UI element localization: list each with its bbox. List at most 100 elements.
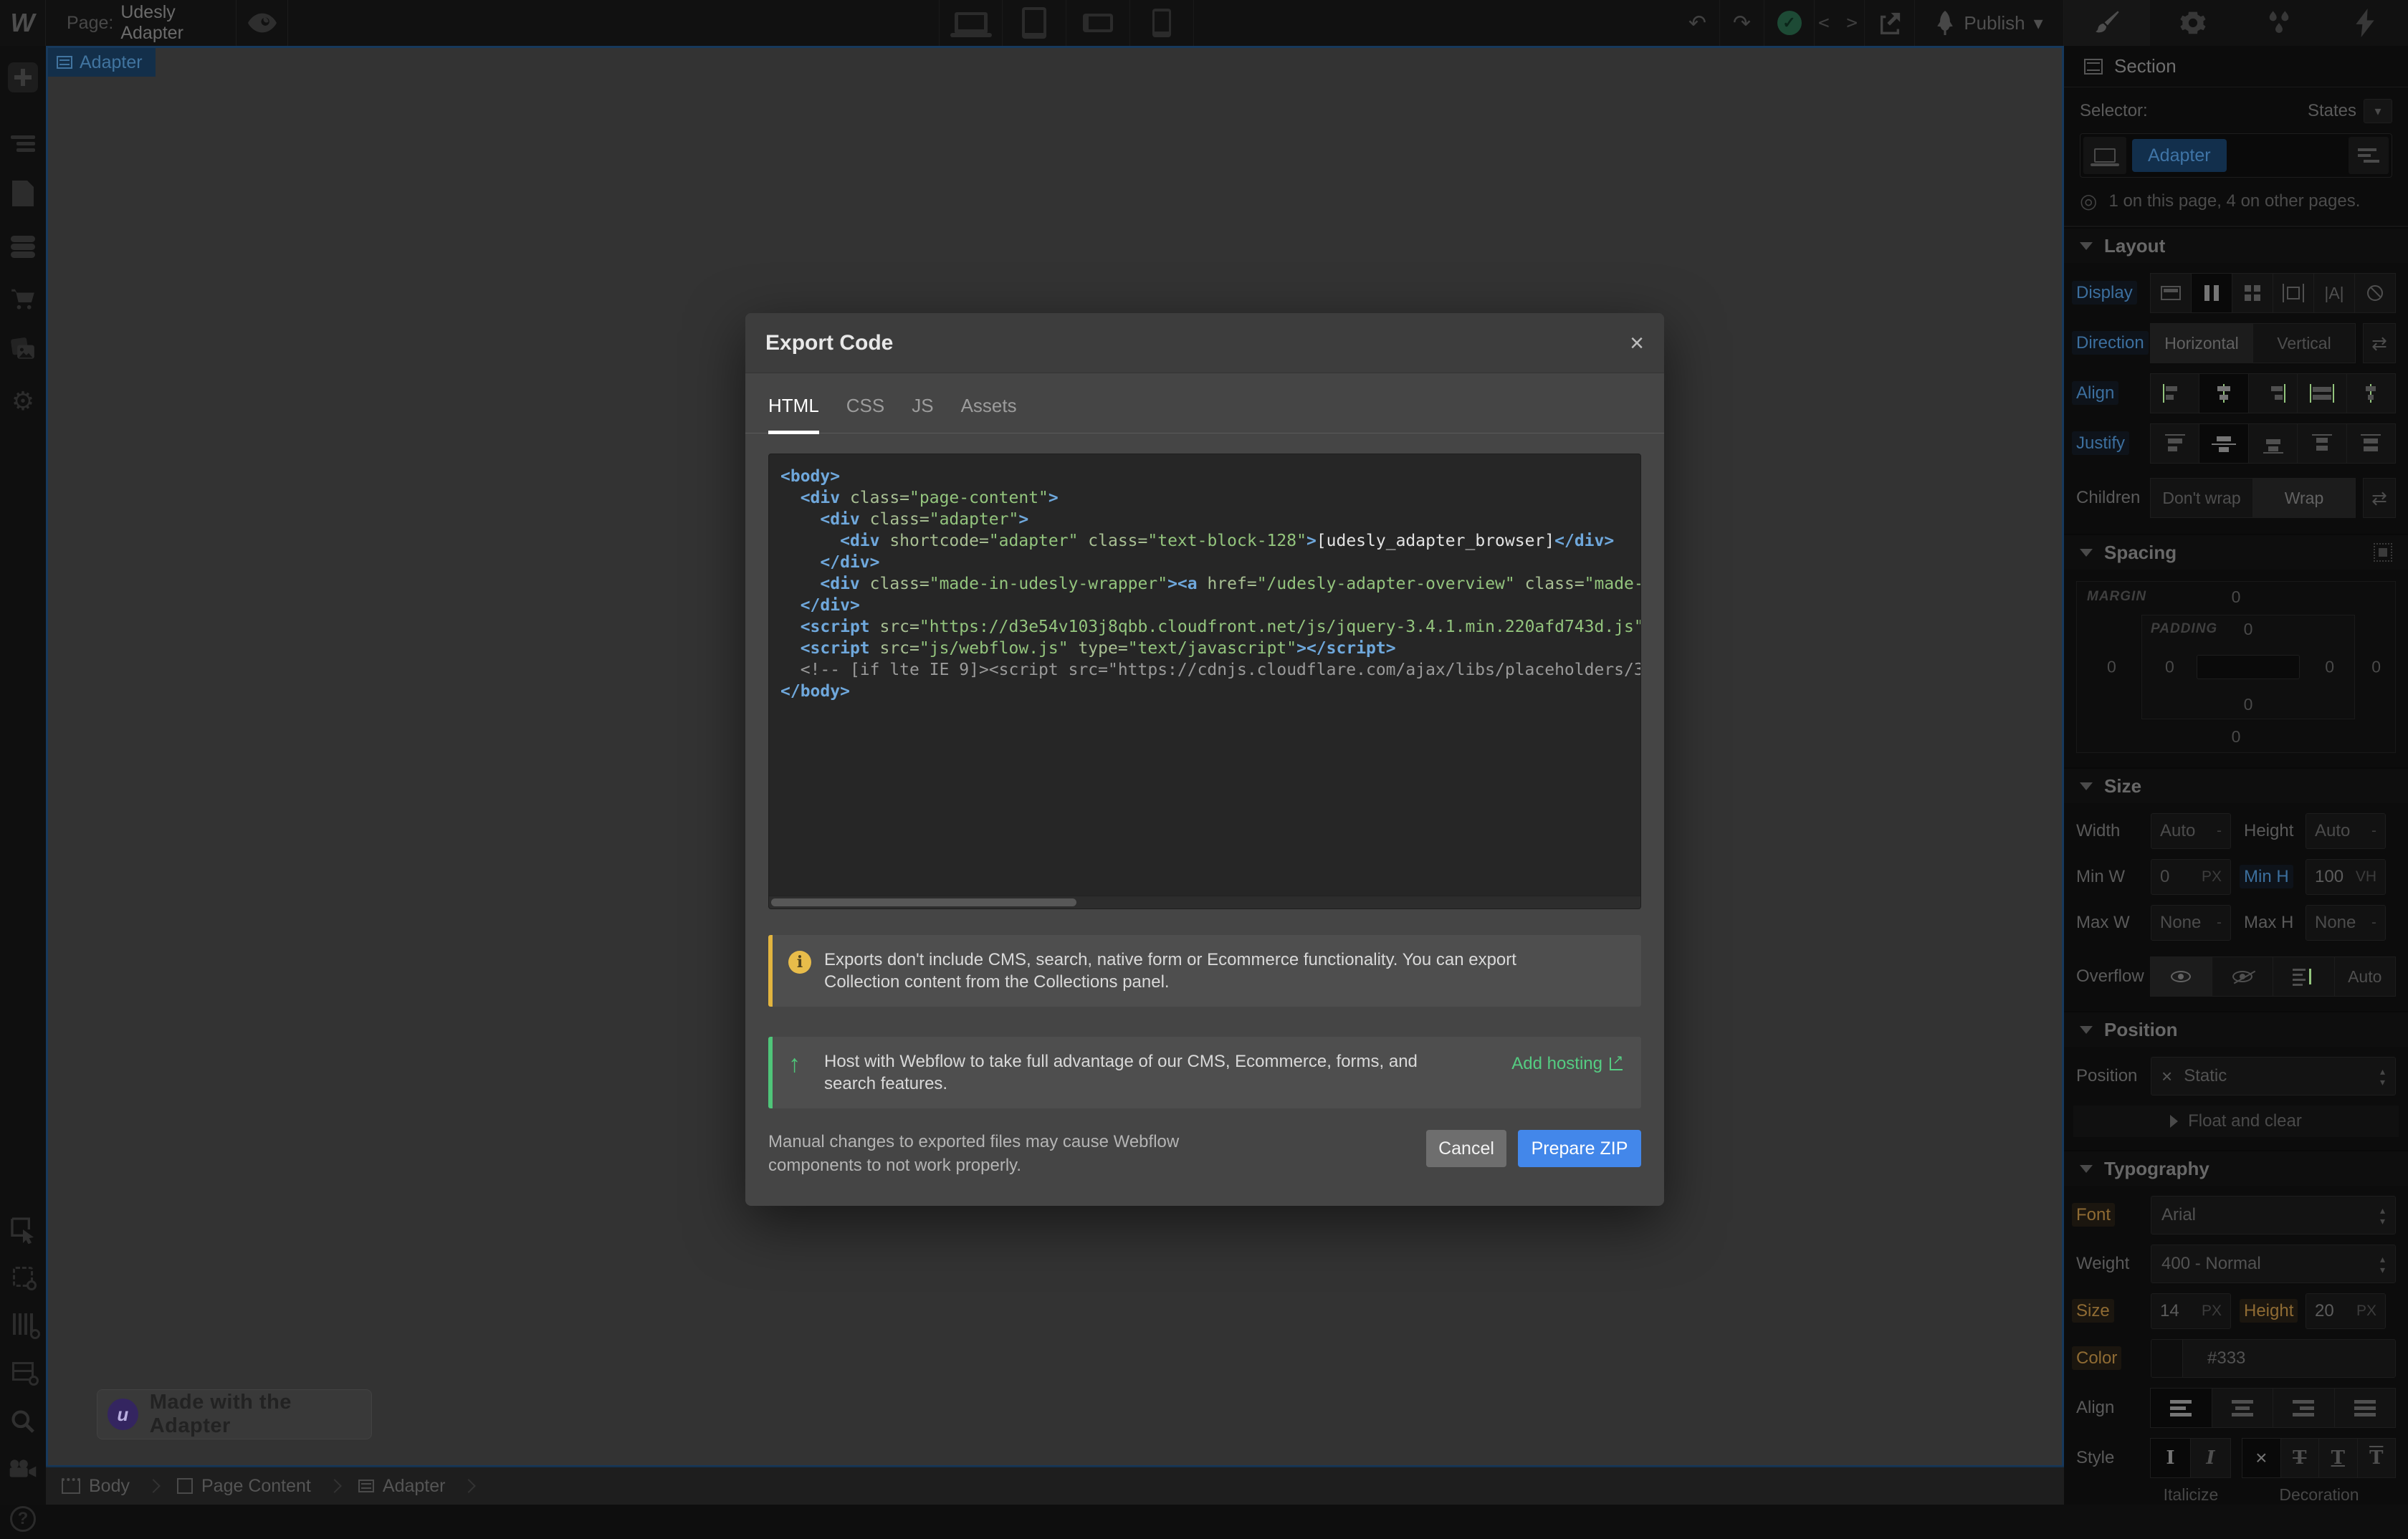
style-panel-tab[interactable] [2064, 0, 2150, 48]
padding-bottom-value[interactable]: 0 [2244, 695, 2253, 714]
height-input[interactable]: Auto- [2306, 813, 2386, 849]
class-list-button[interactable] [2349, 137, 2389, 174]
tab-css[interactable]: CSS [846, 395, 884, 433]
position-select[interactable]: × Static ▴▾ [2151, 1057, 2396, 1095]
horizontal-scrollbar[interactable] [769, 896, 1640, 908]
style-italic-button[interactable]: I [2190, 1438, 2231, 1478]
tab-js[interactable]: JS [912, 395, 933, 433]
device-landscape-button[interactable] [1066, 0, 1130, 46]
preview-icon[interactable] [236, 0, 288, 46]
scrollbar-thumb[interactable] [771, 898, 1076, 906]
padding-right-value[interactable]: 0 [2325, 658, 2334, 677]
display-label[interactable]: Display [2072, 281, 2137, 305]
line-height-label[interactable]: Height [2240, 1299, 2298, 1323]
clear-x-icon[interactable]: × [2161, 1065, 2172, 1088]
cms-button[interactable] [0, 226, 46, 267]
margin-bottom-value[interactable]: 0 [2232, 727, 2241, 747]
min-h-label[interactable]: Min H [2240, 865, 2293, 888]
breadcrumb-item-body[interactable]: Body [62, 1476, 130, 1497]
code-viewer[interactable]: <body> <div class="page-content"> <div c… [768, 454, 1641, 909]
align-label[interactable]: Align [2072, 381, 2118, 405]
prepare-zip-button[interactable]: Prepare ZIP [1518, 1130, 1641, 1167]
edit-mode-button[interactable] [0, 1209, 46, 1250]
min-h-input[interactable]: 100VH [2306, 859, 2386, 895]
overflow-hidden-button[interactable] [2212, 957, 2274, 997]
color-input[interactable]: #333 [2151, 1339, 2396, 1378]
direction-vertical-button[interactable]: Vertical [2252, 323, 2356, 363]
assets-button[interactable] [0, 330, 46, 370]
display-flex-button[interactable] [2191, 273, 2232, 313]
font-size-label[interactable]: Size [2072, 1299, 2114, 1323]
color-swatch[interactable] [2151, 1340, 2183, 1377]
text-align-right-button[interactable] [2273, 1388, 2335, 1428]
decoration-strikethrough-button[interactable]: T [2280, 1438, 2320, 1478]
width-input[interactable]: Auto- [2151, 813, 2231, 849]
decoration-none-button[interactable]: × [2242, 1438, 2281, 1478]
selector-input[interactable]: Adapter [2080, 133, 2392, 178]
pages-button[interactable] [0, 173, 46, 214]
justify-space-between-button[interactable] [2297, 423, 2346, 464]
display-none-button[interactable] [2354, 273, 2396, 313]
spacing-section-header[interactable]: Spacing [2064, 534, 2408, 570]
style-manager-panel-tab[interactable] [2236, 0, 2322, 46]
position-section-header[interactable]: Position [2064, 1011, 2408, 1047]
find-button[interactable] [0, 1401, 46, 1442]
margin-collapse-icon[interactable] [2374, 543, 2392, 562]
justify-center-button[interactable] [2199, 423, 2248, 464]
align-end-button[interactable] [2248, 373, 2298, 413]
breadcrumb-item-page-content[interactable]: Page Content [177, 1476, 311, 1497]
tab-assets[interactable]: Assets [961, 395, 1017, 433]
align-stretch-button[interactable] [2297, 373, 2346, 413]
margin-top-value[interactable]: 0 [2232, 588, 2241, 607]
text-align-center-button[interactable] [2212, 1388, 2274, 1428]
font-select[interactable]: Arial ▴▾ [2151, 1196, 2396, 1234]
direction-reverse-button[interactable]: ⇄ [2363, 323, 2396, 363]
margin-left-value[interactable]: 0 [2107, 658, 2116, 677]
justify-end-button[interactable] [2248, 423, 2298, 464]
children-wrap-button[interactable]: Wrap [2252, 478, 2356, 518]
decoration-overline-button[interactable]: T [2357, 1438, 2397, 1478]
export-code-button[interactable]: < > [1815, 0, 1865, 46]
cancel-button[interactable]: Cancel [1426, 1130, 1506, 1167]
size-section-header[interactable]: Size [2064, 767, 2408, 803]
navigator-button[interactable] [0, 123, 46, 163]
justify-space-around-button[interactable] [2346, 423, 2396, 464]
selected-element-badge[interactable]: Adapter [48, 48, 156, 77]
xray-mode-button[interactable] [0, 1257, 46, 1297]
add-hosting-link[interactable]: Add hosting [1511, 1053, 1623, 1075]
align-center-button[interactable] [2199, 373, 2248, 413]
justify-start-button[interactable] [2150, 423, 2199, 464]
ecommerce-button[interactable] [0, 279, 46, 320]
float-clear-toggle[interactable]: Float and clear [2073, 1106, 2399, 1137]
help-button[interactable]: ? [0, 1499, 46, 1539]
max-w-input[interactable]: None- [2151, 905, 2231, 941]
publish-button[interactable]: Publish ▾ [1915, 0, 2064, 46]
margin-right-value[interactable]: 0 [2371, 658, 2381, 677]
layout-section-header[interactable]: Layout [2064, 227, 2408, 263]
typography-section-header[interactable]: Typography [2064, 1150, 2408, 1186]
padding-top-value[interactable]: 0 [2244, 620, 2253, 639]
text-align-justify-button[interactable] [2334, 1388, 2397, 1428]
weight-select[interactable]: 400 - Normal ▴▾ [2151, 1245, 2396, 1283]
device-desktop-button[interactable] [939, 0, 1003, 46]
device-tablet-button[interactable] [1003, 0, 1066, 46]
overflow-visible-button[interactable] [2150, 957, 2212, 997]
share-button[interactable] [1865, 0, 1915, 46]
color-label[interactable]: Color [2072, 1346, 2121, 1370]
direction-label[interactable]: Direction [2072, 331, 2149, 355]
webflow-logo[interactable]: W [0, 0, 46, 46]
wrap-reverse-button[interactable]: ⇄ [2363, 478, 2396, 518]
align-baseline-button[interactable] [2346, 373, 2396, 413]
font-label[interactable]: Font [2072, 1203, 2115, 1227]
interactions-panel-tab[interactable] [2322, 0, 2408, 46]
style-regular-button[interactable]: I [2150, 1438, 2191, 1478]
states-dropdown[interactable]: States ▾ [2308, 99, 2392, 123]
tab-html[interactable]: HTML [768, 395, 819, 433]
breakpoint-indicator[interactable] [2083, 137, 2126, 174]
settings-panel-tab[interactable] [2150, 0, 2236, 46]
align-start-button[interactable] [2150, 373, 2199, 413]
project-settings-button[interactable]: ⚙ [0, 381, 46, 421]
breadcrumb-item-adapter[interactable]: Adapter [358, 1476, 446, 1497]
direction-horizontal-button[interactable]: Horizontal [2150, 323, 2253, 363]
display-inline-button[interactable]: |A| [2313, 273, 2355, 313]
